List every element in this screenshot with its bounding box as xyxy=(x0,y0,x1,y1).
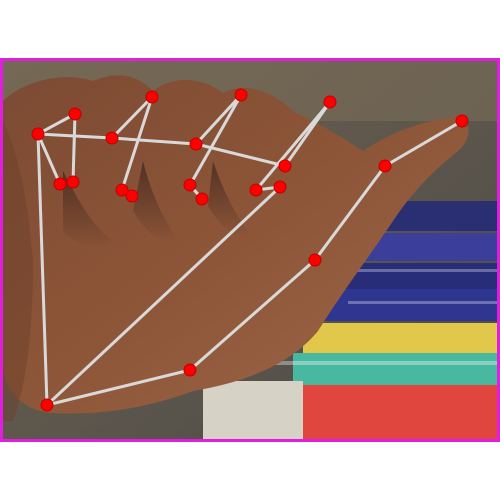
photo-frame xyxy=(0,58,500,442)
hand-photo xyxy=(3,61,497,439)
